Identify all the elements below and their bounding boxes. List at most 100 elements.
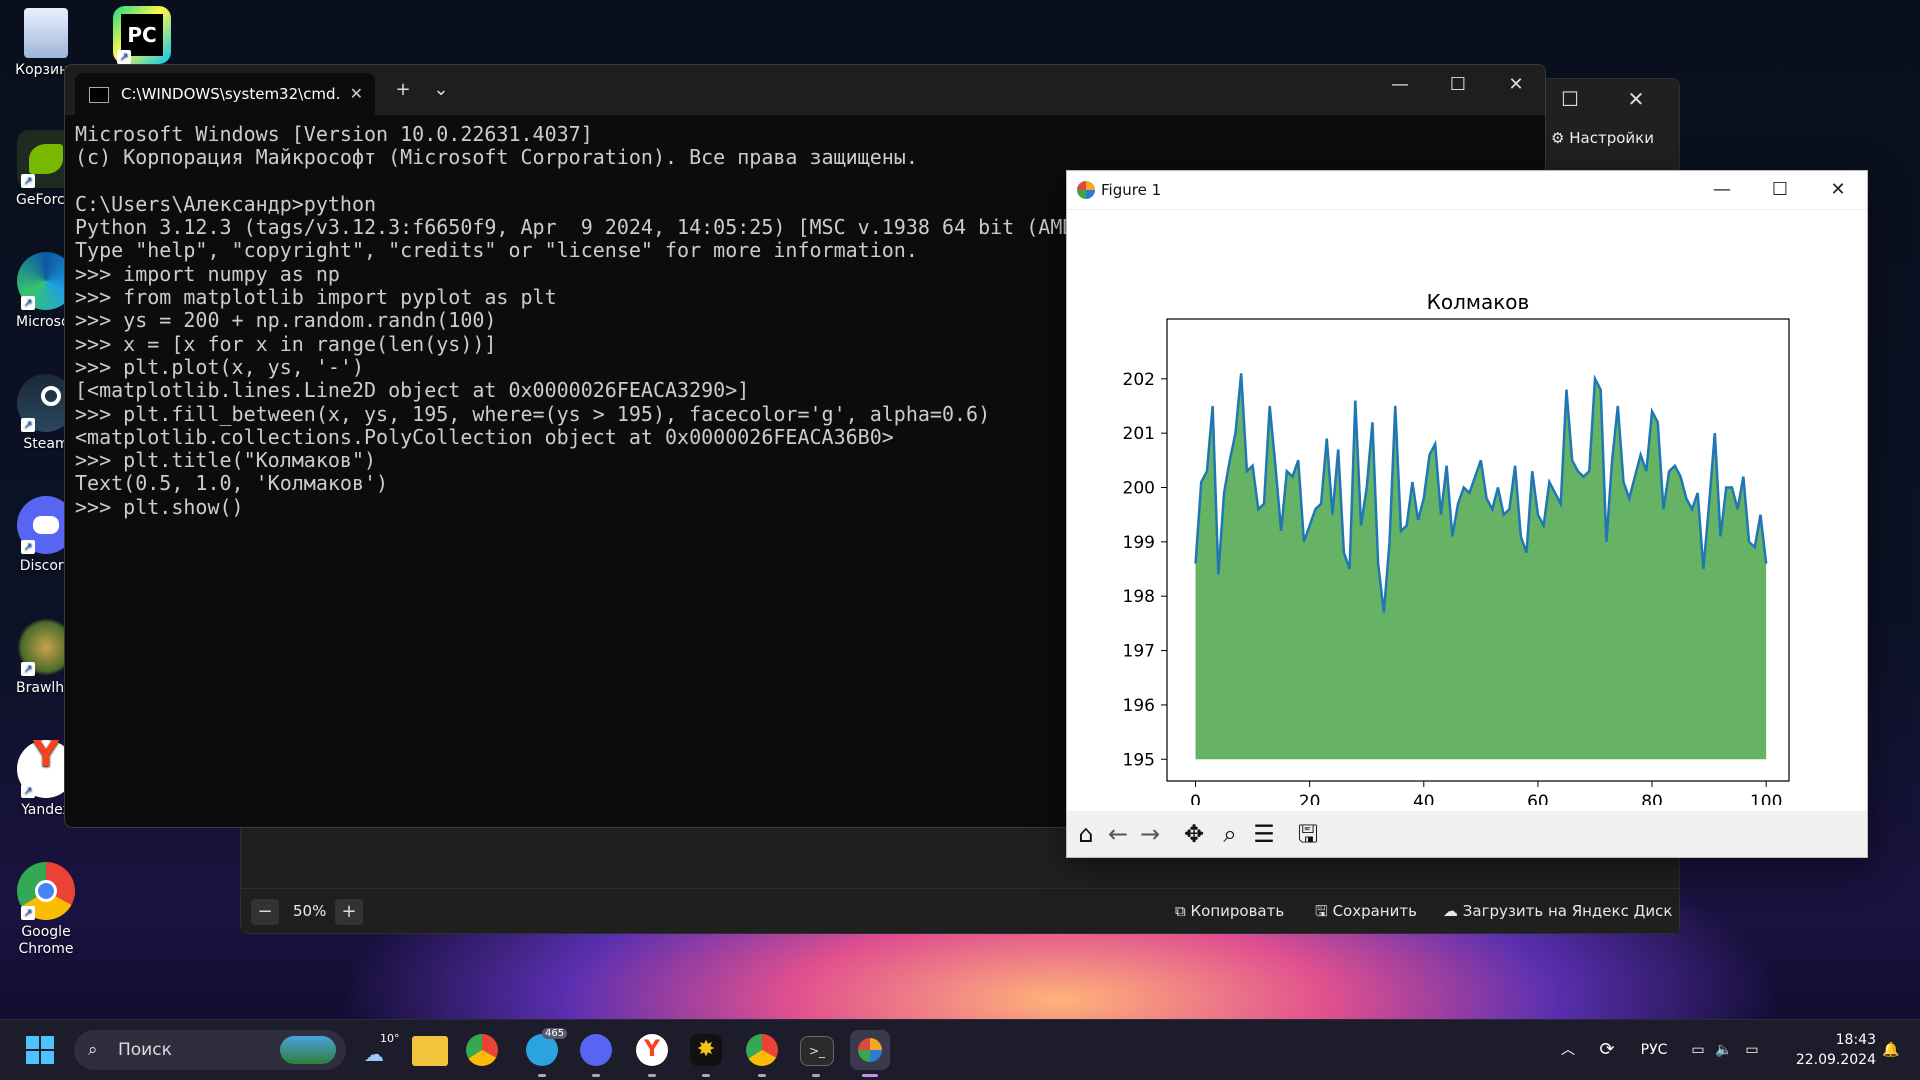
x-tick-label: 100 xyxy=(1750,792,1782,805)
upload-label: Загрузить на Яндекс Диск xyxy=(1462,902,1673,920)
shortcut-arrow-icon: ↗ xyxy=(21,540,35,554)
figure-close-button[interactable]: ✕ xyxy=(1809,171,1867,209)
clock-time: 18:43 xyxy=(1835,1032,1876,1048)
desktop-icon-chrome[interactable]: ↗ Google Chrome xyxy=(6,862,86,958)
x-tick-label: 40 xyxy=(1413,792,1435,805)
y-tick-label: 198 xyxy=(1123,587,1155,607)
y-tick-label: 200 xyxy=(1123,478,1155,498)
y-tick-label: 202 xyxy=(1123,370,1155,390)
figure-minimize-button[interactable]: — xyxy=(1693,171,1751,209)
zoom-out-button[interactable]: − xyxy=(251,899,279,925)
clock-date: 22.09.2024 xyxy=(1795,1052,1876,1068)
language-indicator[interactable]: РУС xyxy=(1632,1020,1676,1080)
terminal-tab-bar: C:\WINDOWS\system32\cmd. ✕ + ⌄ — ☐ ✕ xyxy=(65,65,1545,115)
viewer-close-button[interactable]: ✕ xyxy=(1607,79,1665,119)
chrome-taskbar-icon-2[interactable] xyxy=(746,1034,778,1066)
yandex-taskbar-icon[interactable]: Y xyxy=(636,1034,668,1066)
save-button[interactable]: 🖫 Сохранить xyxy=(1315,897,1417,925)
terminal-line: Microsoft Windows [Version 10.0.22631.40… xyxy=(75,122,593,146)
y-tick-label: 195 xyxy=(1123,750,1155,770)
sync-icon[interactable]: ⟳ xyxy=(1592,1020,1622,1080)
tab-dropdown-button[interactable]: ⌄ xyxy=(421,71,461,109)
chrome-icon: ↗ xyxy=(17,862,75,920)
upload-yandex-disk-button[interactable]: ☁ Загрузить на Яндекс Диск xyxy=(1443,897,1672,925)
copy-label: Копировать xyxy=(1190,902,1285,920)
shortcut-arrow-icon: ↗ xyxy=(21,784,35,798)
gear-icon: ⚙ xyxy=(1551,129,1565,147)
home-icon[interactable]: ⌂ xyxy=(1071,819,1101,849)
tab-title: C:\WINDOWS\system32\cmd. xyxy=(121,85,341,103)
telegram-badge: 465 xyxy=(542,1028,568,1039)
chart-canvas: 0 20 40 60 80 100 195 196 197 198 199 200 201 202 Колм… xyxy=(1123,290,1790,805)
python-figure-taskbar-icon[interactable] xyxy=(850,1030,890,1070)
pan-icon[interactable]: ✥ xyxy=(1179,819,1209,849)
back-arrow-icon[interactable]: ← xyxy=(1103,819,1133,849)
shortcut-arrow-icon: ↗ xyxy=(21,418,35,432)
figure-toolbar: ⌂ ← → ✥ ⌕ ☰ 🖫 xyxy=(1067,811,1867,857)
terminal-maximize-button[interactable]: ☐ xyxy=(1429,65,1487,105)
y-tick-label: 201 xyxy=(1123,424,1155,444)
forward-arrow-icon[interactable]: → xyxy=(1135,819,1165,849)
new-tab-button[interactable]: + xyxy=(383,71,423,109)
shortcut-arrow-icon: ↗ xyxy=(21,906,35,920)
desktop-icon-pycharm[interactable]: PC ↗ xyxy=(102,6,182,68)
clock[interactable]: 18:43 22.09.2024 xyxy=(1780,1030,1876,1070)
save-figure-icon[interactable]: 🖫 xyxy=(1293,819,1323,849)
weather-widget[interactable]: ☁ 10° xyxy=(358,1030,400,1070)
weather-temp: 10° xyxy=(380,1032,400,1045)
viewer-settings-button[interactable]: ⚙ Настройки xyxy=(1551,129,1654,147)
notification-bell-icon[interactable]: 🔔 xyxy=(1876,1020,1906,1080)
figure-window: Figure 1 — ☐ ✕ 0 20 40 60 80 100 195 196 197 198 1… xyxy=(1066,170,1868,858)
running-indicator xyxy=(538,1074,546,1077)
file-explorer-icon[interactable] xyxy=(412,1036,448,1066)
battery-icon[interactable]: ▭ xyxy=(1738,1020,1766,1080)
pycharm-icon: PC ↗ xyxy=(113,6,171,64)
shortcut-arrow-icon: ↗ xyxy=(21,662,35,676)
x-tick-label: 80 xyxy=(1641,792,1663,805)
cmd-icon xyxy=(89,87,109,103)
x-tick-label: 0 xyxy=(1190,792,1201,805)
running-indicator xyxy=(758,1074,766,1077)
viewer-settings-label: Настройки xyxy=(1569,129,1654,147)
tab-close-icon[interactable]: ✕ xyxy=(350,73,363,115)
zoom-icon[interactable]: ⌕ xyxy=(1215,819,1245,849)
taskbar: ⌕ Поиск ☁ 10° 465 Y ✸ >_ ︿ ⟳ РУС ▭ 🔈 ▭ 1… xyxy=(0,1019,1920,1080)
terminal-close-button[interactable]: ✕ xyxy=(1487,65,1545,105)
x-tick-label: 60 xyxy=(1527,792,1549,805)
terminal-minimize-button[interactable]: — xyxy=(1371,65,1429,105)
zoom-level[interactable]: 50% xyxy=(293,897,326,925)
volume-icon[interactable]: 🔈 xyxy=(1712,1020,1736,1080)
telegram-icon[interactable]: 465 xyxy=(526,1028,568,1066)
save-label: Сохранить xyxy=(1332,902,1417,920)
shortcut-arrow-icon: ↗ xyxy=(21,296,35,310)
start-button[interactable] xyxy=(20,1030,60,1070)
cloud-icon: ☁ xyxy=(1443,902,1458,920)
running-indicator xyxy=(592,1074,600,1077)
viewer-maximize-button[interactable]: ☐ xyxy=(1541,79,1599,119)
figure-maximize-button[interactable]: ☐ xyxy=(1751,171,1809,209)
desktop-icon-label: Google Chrome xyxy=(18,924,74,957)
tray-overflow-chevron-icon[interactable]: ︿ xyxy=(1554,1020,1582,1080)
terminal-taskbar-icon[interactable]: >_ xyxy=(800,1036,834,1066)
taskbar-search[interactable]: ⌕ Поиск xyxy=(74,1030,346,1070)
matplotlib-taskbar-icon xyxy=(858,1038,882,1062)
active-indicator xyxy=(862,1074,878,1077)
figure-titlebar: Figure 1 — ☐ ✕ xyxy=(1067,171,1867,210)
chrome-taskbar-icon[interactable] xyxy=(466,1034,498,1066)
area-fill xyxy=(1195,373,1767,760)
configure-subplots-icon[interactable]: ☰ xyxy=(1249,819,1279,849)
display-icon[interactable]: ▭ xyxy=(1686,1020,1710,1080)
y-tick-label: 196 xyxy=(1123,696,1155,716)
x-tick-label: 20 xyxy=(1299,792,1321,805)
viewer-bottom-bar: − 50% + ⧉ Копировать 🖫 Сохранить ☁ Загру… xyxy=(241,888,1679,933)
recycle-bin-icon xyxy=(24,8,68,58)
copy-button[interactable]: ⧉ Копировать xyxy=(1175,897,1284,925)
copy-icon: ⧉ xyxy=(1175,902,1186,920)
zoom-in-button[interactable]: + xyxy=(335,899,363,925)
discord-taskbar-icon[interactable] xyxy=(580,1034,612,1066)
shortcut-arrow-icon: ↗ xyxy=(21,174,35,188)
weather-icon: ☁ xyxy=(364,1042,384,1066)
sparkle-app-icon[interactable]: ✸ xyxy=(690,1034,722,1066)
search-icon: ⌕ xyxy=(88,1040,98,1060)
terminal-tab[interactable]: C:\WINDOWS\system32\cmd. ✕ xyxy=(75,73,375,115)
